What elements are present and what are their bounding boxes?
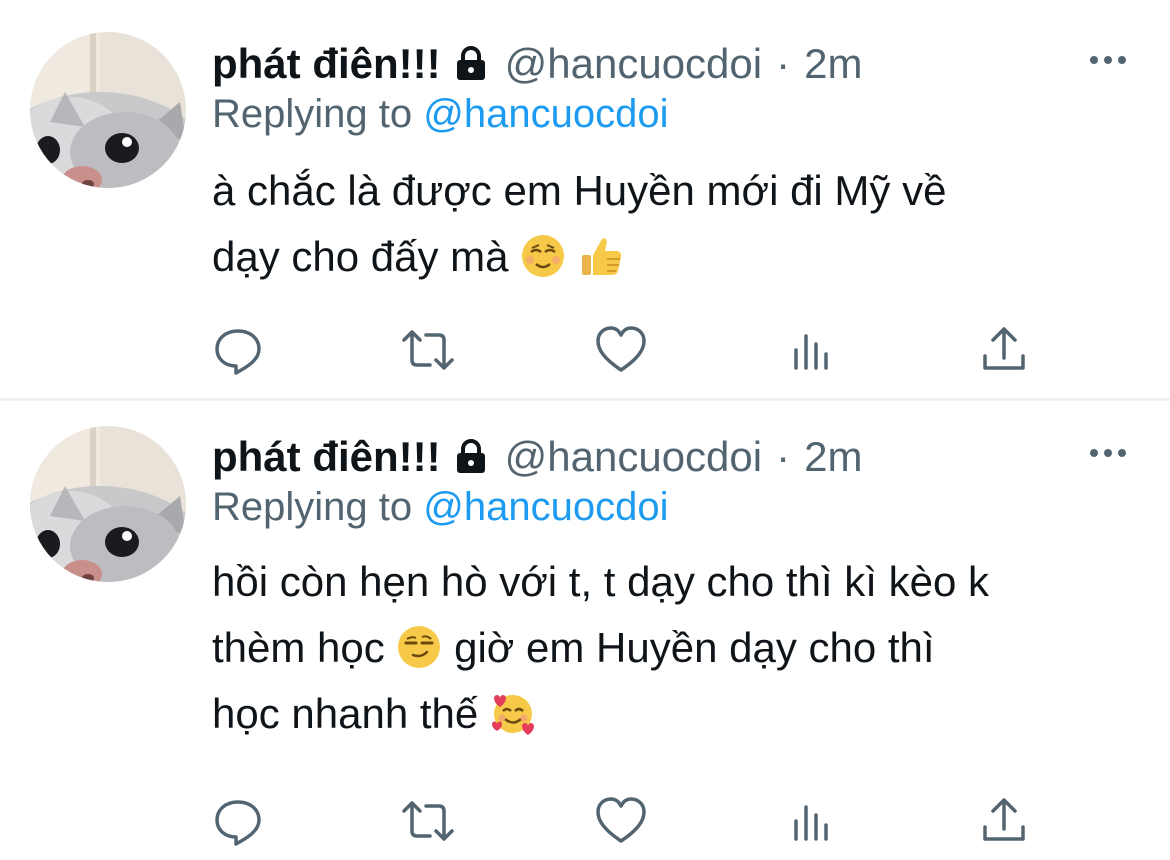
replying-to: Replying to @hancuocdoi [212,92,668,137]
tweet-text-segment: học nhanh thế [212,690,479,737]
mention-link[interactable]: @hancuocdoi [423,485,668,529]
timestamp[interactable]: 2m [804,433,862,481]
tweet-text-line: dạy cho đấy mà [212,224,1142,290]
lock-icon [451,44,491,84]
heart-icon[interactable] [593,793,649,849]
replying-to: Replying to @hancuocdoi [212,485,668,530]
avatar[interactable] [30,32,186,188]
separator-dot: · [776,433,791,480]
more-options-icon[interactable] [1088,441,1128,465]
replying-prefix: Replying to [212,485,413,529]
share-icon[interactable] [976,793,1032,849]
tweet-header: phát điên!!! @hancuocdoi · 2m [212,429,862,485]
tweet-text-line: thèm học giờ em Huyền dạy cho thì [212,615,1142,681]
cat-avatar-image [30,426,186,582]
tweet-header: phát điên!!! @hancuocdoi · 2m [212,36,862,92]
tweet-text-line: à chắc là được em Huyền mới đi Mỹ về [212,167,947,214]
lock-icon [451,437,491,477]
thumbs-up-emoji [578,233,624,279]
tweet[interactable]: phát điên!!! @hancuocdoi · 2m Replying t… [0,0,1170,398]
analytics-icon[interactable] [784,793,840,849]
display-name[interactable]: phát điên!!! [212,40,441,88]
action-bar [0,322,1170,378]
tweet-text: hồi còn hẹn hò với t, t dạy cho thì kì k… [212,549,1142,747]
analytics-icon[interactable] [784,322,840,378]
tweet-text-line: hồi còn hẹn hò với t, t dạy cho thì kì k… [212,558,989,605]
share-icon[interactable] [976,322,1032,378]
relieved-face-emoji [520,233,566,279]
tweet-text-line: học nhanh thế [212,681,1142,747]
cat-avatar-image [30,32,186,188]
heart-icon[interactable] [593,322,649,378]
display-name[interactable]: phát điên!!! [212,433,441,481]
more-options-icon[interactable] [1088,48,1128,72]
separator-dot: · [776,40,791,87]
user-handle[interactable]: @hancuocdoi [505,40,762,88]
replying-prefix: Replying to [212,92,413,136]
smiling-face-with-hearts-emoji [490,690,536,736]
action-bar [0,793,1170,849]
reply-icon[interactable] [210,322,266,378]
tweet-text-segment: giờ em Huyền dạy cho thì [454,624,935,671]
reply-icon[interactable] [210,793,266,849]
tweet-text-segment: thèm học [212,624,385,671]
tweet-text-segment: dạy cho đấy mà [212,233,509,280]
avatar[interactable] [30,426,186,582]
tweet[interactable]: phát điên!!! @hancuocdoi · 2m Replying t… [0,401,1170,860]
user-handle[interactable]: @hancuocdoi [505,433,762,481]
smirking-face-emoji [396,624,442,670]
mention-link[interactable]: @hancuocdoi [423,92,668,136]
retweet-icon[interactable] [400,322,456,378]
timestamp[interactable]: 2m [804,40,862,88]
retweet-icon[interactable] [400,793,456,849]
tweet-text: à chắc là được em Huyền mới đi Mỹ về dạy… [212,158,1142,290]
